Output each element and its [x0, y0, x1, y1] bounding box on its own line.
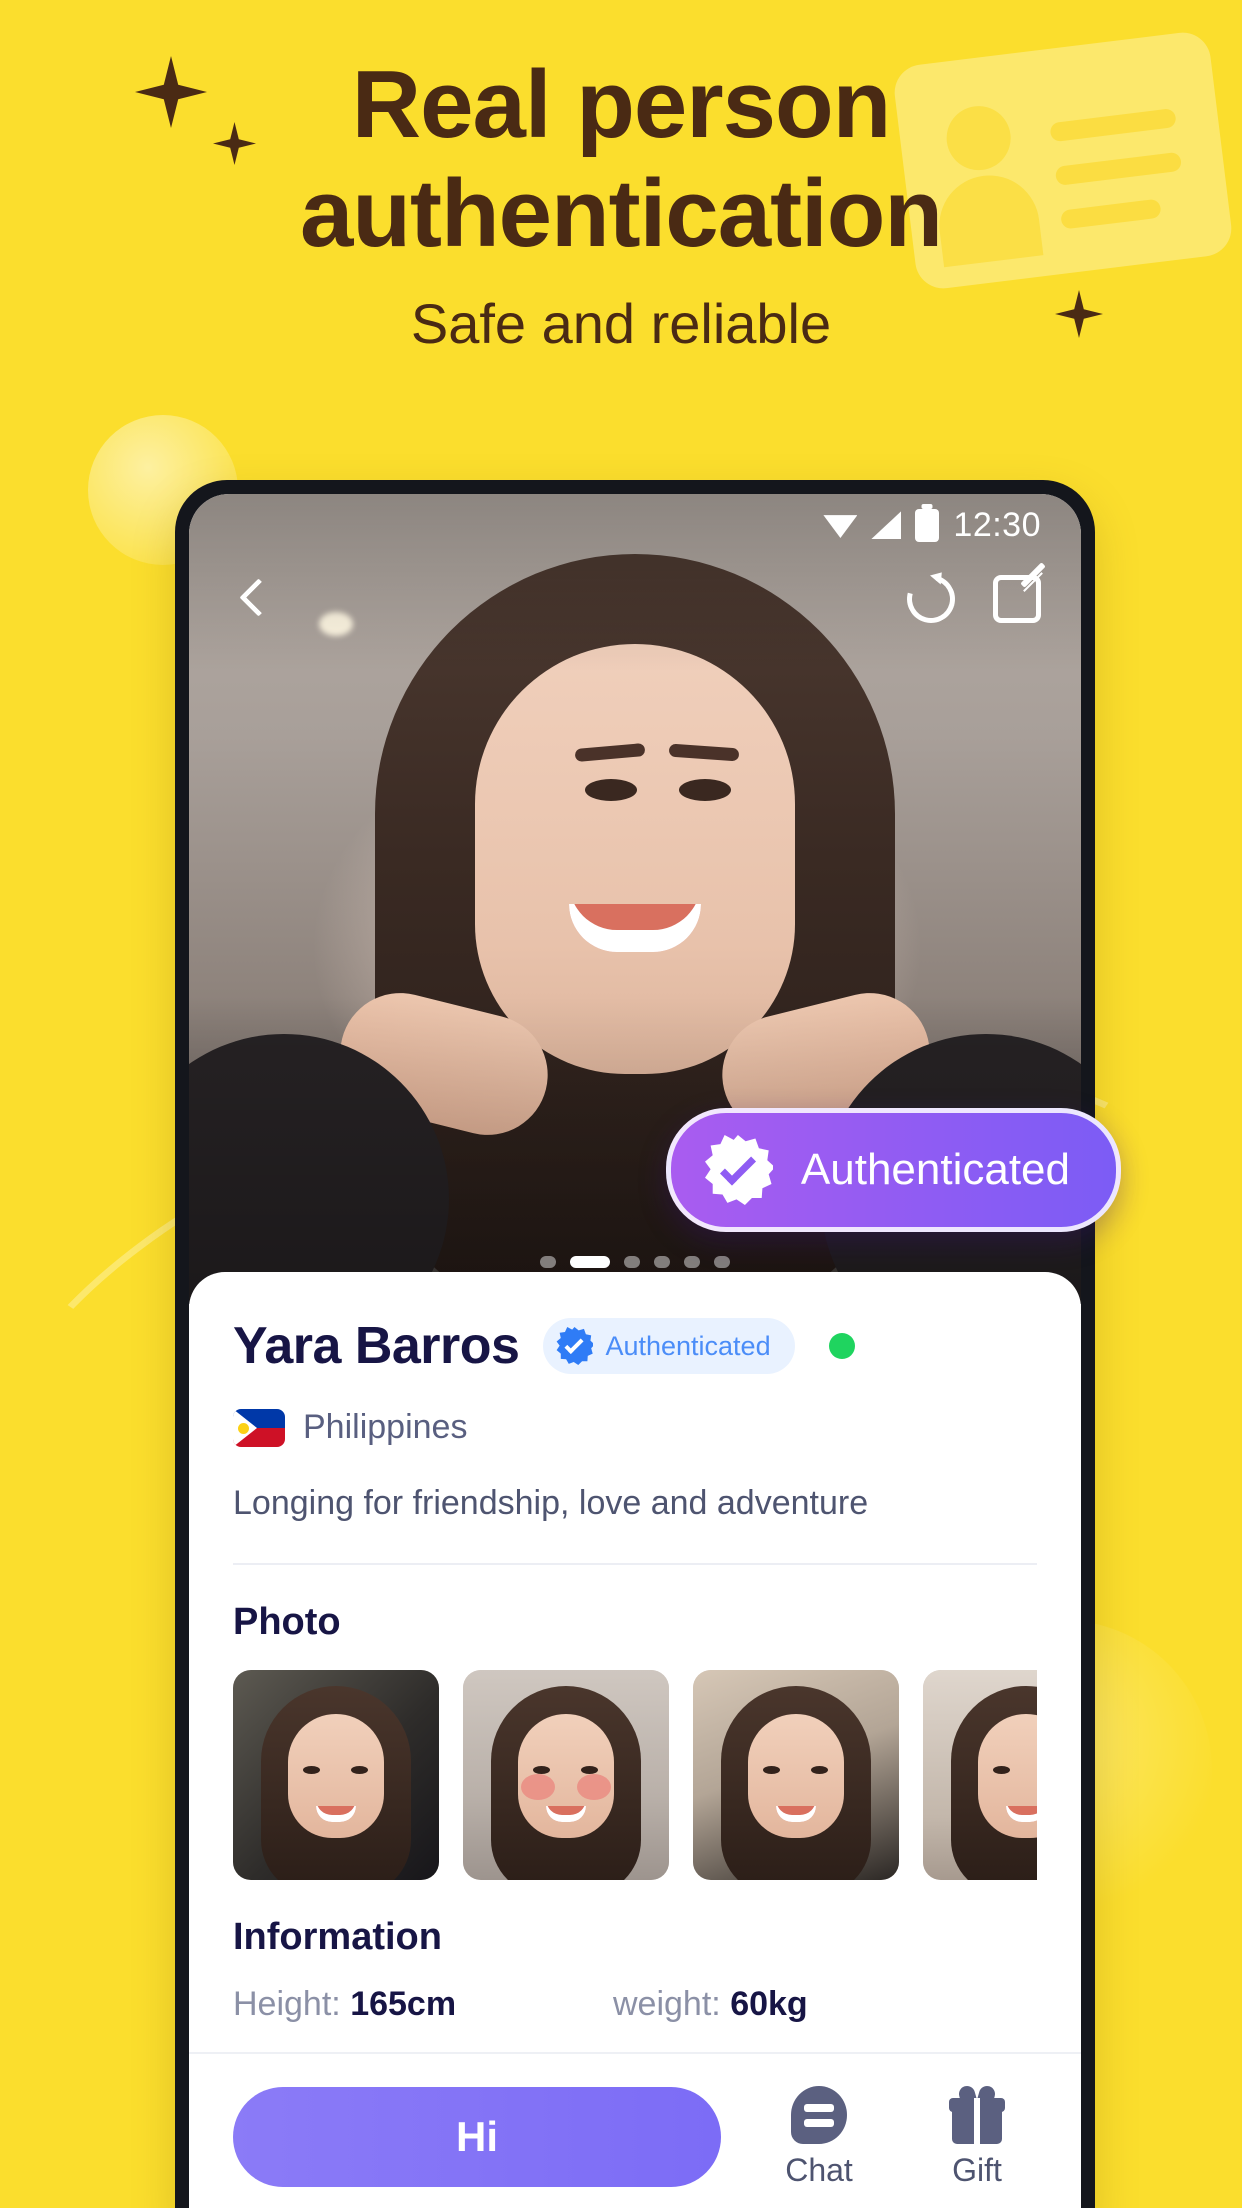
carousel-dot[interactable]: [654, 1256, 670, 1268]
phone-mockup: 12:30 Yara Barros Authenticated Philippi…: [175, 480, 1121, 2208]
headline-line-2: authentication: [299, 160, 943, 268]
signal-icon: [871, 511, 902, 539]
photo-thumbnail-strip[interactable]: [233, 1669, 1037, 1880]
promo-header: Real person authentication Safe and reli…: [0, 50, 1242, 356]
verified-badge-icon: [555, 1327, 594, 1365]
carousel-dot[interactable]: [684, 1256, 700, 1268]
photo-thumbnail[interactable]: [923, 1669, 1037, 1880]
chat-icon: [791, 2085, 847, 2144]
hero-navigation-bar: [189, 564, 1081, 634]
photo-thumbnail[interactable]: [233, 1669, 439, 1880]
page-title: Real person authentication: [0, 50, 1242, 269]
gift-action[interactable]: Gift: [917, 2083, 1037, 2189]
bottom-action-bar: Hi Chat Gift: [189, 2052, 1081, 2208]
status-bar-time: 12:30: [953, 505, 1041, 544]
status-bar: 12:30: [189, 494, 1081, 556]
carousel-dot-active[interactable]: [570, 1256, 610, 1268]
profile-name-row: Yara Barros Authenticated: [233, 1316, 1037, 1376]
gift-label: Gift: [952, 2151, 1002, 2188]
edit-icon[interactable]: [993, 575, 1041, 623]
battery-icon: [915, 508, 940, 542]
divider: [233, 1562, 1037, 1565]
info-height-label: Height:: [233, 1984, 341, 2023]
photo-thumbnail[interactable]: [463, 1669, 669, 1880]
information-rows: Height: 165cm weight: 60kg: [233, 1985, 1037, 2024]
authenticated-callout-badge: Authenticated: [665, 1108, 1121, 1232]
authenticated-callout-label: Authenticated: [800, 1145, 1070, 1194]
authenticated-seal-icon: [703, 1135, 773, 1205]
info-weight: weight: 60kg: [613, 1985, 808, 2024]
carousel-dot[interactable]: [624, 1256, 640, 1268]
say-hi-button[interactable]: Hi: [233, 2087, 721, 2187]
back-icon[interactable]: [229, 575, 277, 623]
chat-action[interactable]: Chat: [759, 2085, 879, 2189]
photo-thumbnail[interactable]: [693, 1669, 899, 1880]
profile-card: Yara Barros Authenticated Philippines Lo…: [189, 1272, 1081, 2024]
online-status-dot: [828, 1333, 855, 1359]
info-weight-label: weight:: [613, 1984, 721, 2023]
status-badge-verified[interactable]: Authenticated: [543, 1318, 795, 1374]
philippines-flag-icon: [233, 1408, 285, 1447]
carousel-dot[interactable]: [714, 1256, 730, 1268]
chat-label: Chat: [785, 2151, 853, 2188]
refresh-icon[interactable]: [898, 566, 964, 632]
profile-country-row: Philippines: [233, 1408, 1037, 1447]
gift-icon: [948, 2083, 1006, 2144]
verified-badge-label: Authenticated: [605, 1330, 771, 1361]
profile-country-label: Philippines: [303, 1408, 468, 1446]
info-weight-value: 60kg: [730, 1984, 808, 2023]
phone-screen: 12:30 Yara Barros Authenticated Philippi…: [189, 494, 1081, 2208]
headline-line-1: Real person: [351, 51, 892, 158]
profile-bio: Longing for friendship, love and adventu…: [233, 1484, 869, 1522]
photo-section-title: Photo: [233, 1600, 341, 1643]
wifi-icon: [823, 515, 858, 538]
carousel-dot[interactable]: [540, 1256, 556, 1268]
photo-carousel-dots[interactable]: [540, 1256, 730, 1268]
profile-name: Yara Barros: [233, 1317, 520, 1375]
page-subtitle: Safe and reliable: [410, 291, 832, 355]
information-section-title: Information: [233, 1915, 442, 1958]
info-height-value: 165cm: [350, 1984, 457, 2023]
info-height: Height: 165cm: [233, 1985, 613, 2024]
